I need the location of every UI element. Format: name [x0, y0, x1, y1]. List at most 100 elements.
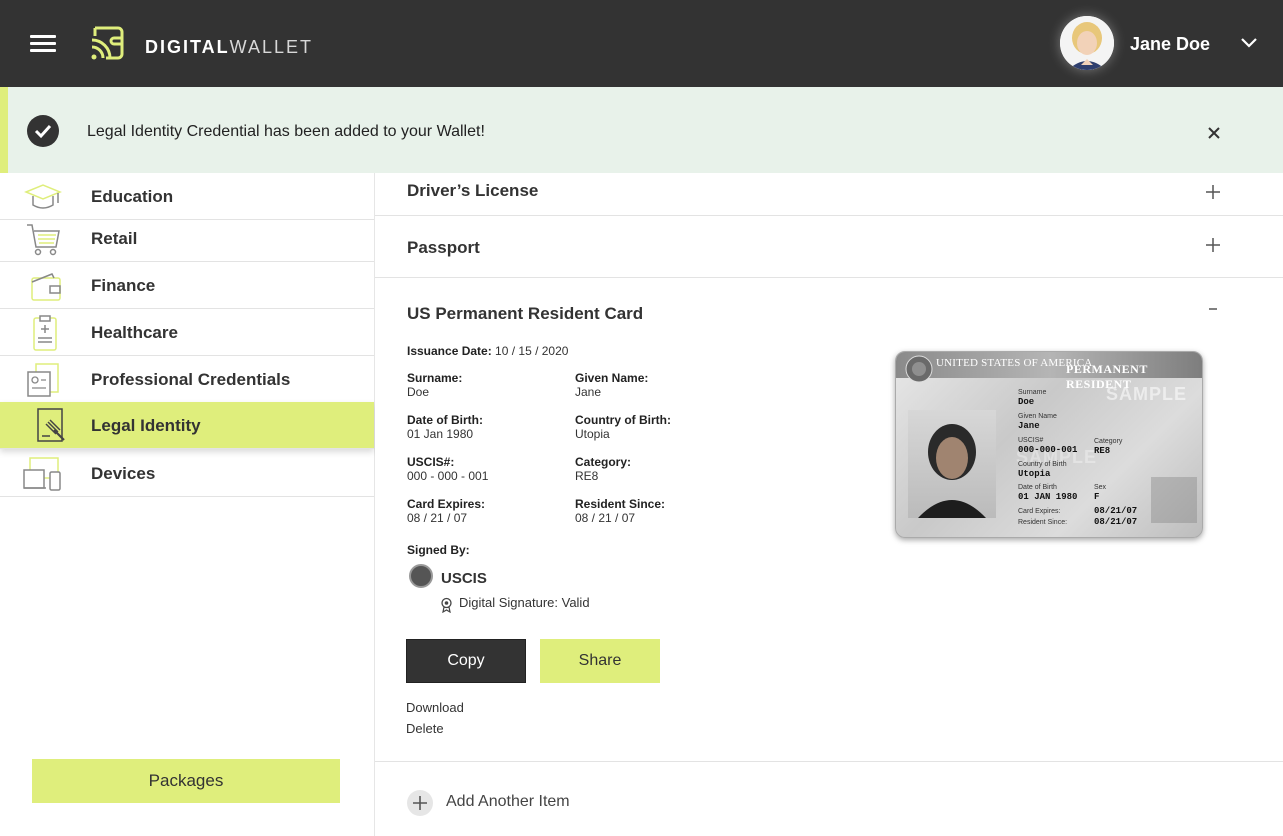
field-label: Surname: [407, 371, 463, 385]
card-label: USCIS# [1018, 437, 1044, 444]
field-label: Country of Birth: [575, 413, 671, 427]
card-value: F [1094, 492, 1100, 502]
card-hologram [1151, 477, 1197, 523]
hamburger-icon[interactable] [30, 35, 56, 53]
card-label: Category [1094, 438, 1123, 445]
card-label: Card Expires: [1018, 508, 1061, 515]
sidebar: Education Retail Finance Healthcare Prof… [0, 173, 375, 836]
section-title[interactable]: US Permanent Resident Card [407, 304, 643, 324]
signed-by-label: Signed By: [407, 543, 470, 557]
certificate-icon [441, 597, 452, 613]
issuance-date: Issuance Date: 10 / 15 / 2020 [407, 344, 568, 358]
field-value: Jane [575, 385, 602, 399]
field-label: Date of Birth: [407, 413, 483, 427]
field-value: 01 Jan 1980 [407, 427, 474, 441]
field-label: Given Name: [575, 371, 649, 385]
sidebar-item-label: Retail [91, 229, 138, 248]
copy-button[interactable]: Copy [406, 639, 526, 683]
issuance-value: 10 / 15 / 2020 [495, 344, 569, 358]
card-value: RE8 [1094, 446, 1111, 456]
card-value: Doe [1018, 397, 1035, 407]
field-label: Card Expires: [407, 497, 486, 511]
field-value: 08 / 21 / 07 [407, 511, 468, 525]
signature-status: Digital Signature: Valid [459, 595, 590, 610]
section-drivers-license[interactable]: Driver’s License [375, 173, 1283, 216]
close-icon[interactable] [1206, 125, 1222, 141]
sidebar-item-label: Professional Credentials [91, 370, 291, 389]
signer-name: USCIS [441, 570, 487, 587]
sidebar-item-label: Devices [91, 464, 156, 483]
user-name[interactable]: Jane Doe [1130, 34, 1210, 55]
card-value: 01 JAN 1980 [1018, 492, 1078, 502]
card-portrait [908, 410, 996, 518]
clipboard-medical-icon [33, 315, 57, 351]
minus-icon[interactable] [1205, 301, 1221, 317]
sidebar-item-retail[interactable]: Retail [0, 215, 374, 262]
add-item-label: Add Another Item [446, 793, 570, 810]
dhs-seal-icon [409, 564, 433, 588]
field-value: Doe [407, 385, 430, 399]
notification-message: Legal Identity Credential has been added… [87, 123, 485, 140]
card-value: 08/21/07 [1094, 506, 1138, 516]
sidebar-item-label: Legal Identity [91, 416, 201, 435]
id-badge-icon [27, 363, 59, 397]
sidebar-item-label: Education [91, 187, 174, 206]
field-label: Category: [575, 455, 632, 469]
field-value: 000 - 000 - 001 [407, 469, 489, 483]
wallet-signal-icon [91, 26, 124, 60]
card-value: 000-000-001 [1018, 445, 1078, 455]
sidebar-item-healthcare[interactable]: Healthcare [0, 309, 374, 356]
card-value: 08/21/07 [1094, 517, 1138, 527]
sidebar-item-label: Finance [91, 276, 156, 295]
plus-icon[interactable] [1205, 184, 1221, 200]
download-link[interactable]: Download [406, 700, 464, 715]
sidebar-item-professional-credentials[interactable]: Professional Credentials [0, 356, 374, 403]
avatar-photo [1060, 16, 1114, 70]
field-value: Utopia [575, 427, 610, 441]
card-seal-icon [905, 355, 933, 383]
card-label: Given Name [1018, 413, 1057, 420]
main-content: Driver’s License Passport US Permanent R… [375, 173, 1283, 836]
share-button[interactable]: Share [540, 639, 660, 683]
sidebar-item-legal-identity[interactable]: Legal Identity [0, 402, 374, 449]
card-value: Jane [1018, 421, 1040, 431]
shopping-cart-icon [27, 224, 60, 256]
card-label: Date of Birth [1018, 484, 1057, 491]
section-title: Driver’s License [407, 181, 539, 200]
issuance-label: Issuance Date: [407, 344, 492, 358]
gavel-document-icon [37, 408, 65, 442]
add-another-item-button[interactable]: Add Another Item [407, 788, 647, 818]
section-title: Passport [407, 238, 480, 257]
card-label: Resident Since: [1018, 519, 1068, 526]
resident-card-image: UNITED STATES OF AMERICA PERMANENT RESID… [895, 351, 1203, 538]
field-value: RE8 [575, 469, 599, 483]
check-circle-icon [27, 115, 59, 147]
sidebar-item-finance[interactable]: Finance [0, 262, 374, 309]
field-label: Resident Since: [575, 497, 666, 511]
wallet-icon [31, 273, 61, 301]
sidebar-item-label: Healthcare [91, 323, 178, 342]
card-label: Surname [1018, 389, 1047, 396]
card-label: Sex [1094, 484, 1107, 491]
chevron-down-icon[interactable] [1240, 36, 1258, 50]
packages-button[interactable]: Packages [32, 759, 340, 803]
field-label: USCIS#: [407, 455, 455, 469]
top-bar: DIGITALWALLET Jane Doe [0, 0, 1283, 87]
divider [375, 761, 1283, 762]
brand-name: DIGITALWALLET [145, 37, 313, 58]
card-value: Utopia [1018, 469, 1051, 479]
card-watermark: SAMPLE [1106, 384, 1188, 404]
success-notification: Legal Identity Credential has been added… [0, 87, 1283, 173]
add-circle-icon [407, 790, 433, 816]
sidebar-item-education[interactable]: Education [0, 173, 374, 220]
card-label: Country of Birth [1018, 461, 1067, 468]
delete-link[interactable]: Delete [406, 721, 444, 736]
section-passport[interactable]: Passport [375, 216, 1283, 278]
plus-icon[interactable] [1205, 237, 1221, 253]
sidebar-item-devices[interactable]: Devices [0, 450, 374, 497]
field-value: 08 / 21 / 07 [575, 511, 636, 525]
brand-bold: DIGITAL [145, 37, 230, 57]
graduation-cap-icon [24, 184, 62, 209]
brand-light: WALLET [229, 37, 314, 57]
avatar[interactable] [1060, 16, 1114, 70]
